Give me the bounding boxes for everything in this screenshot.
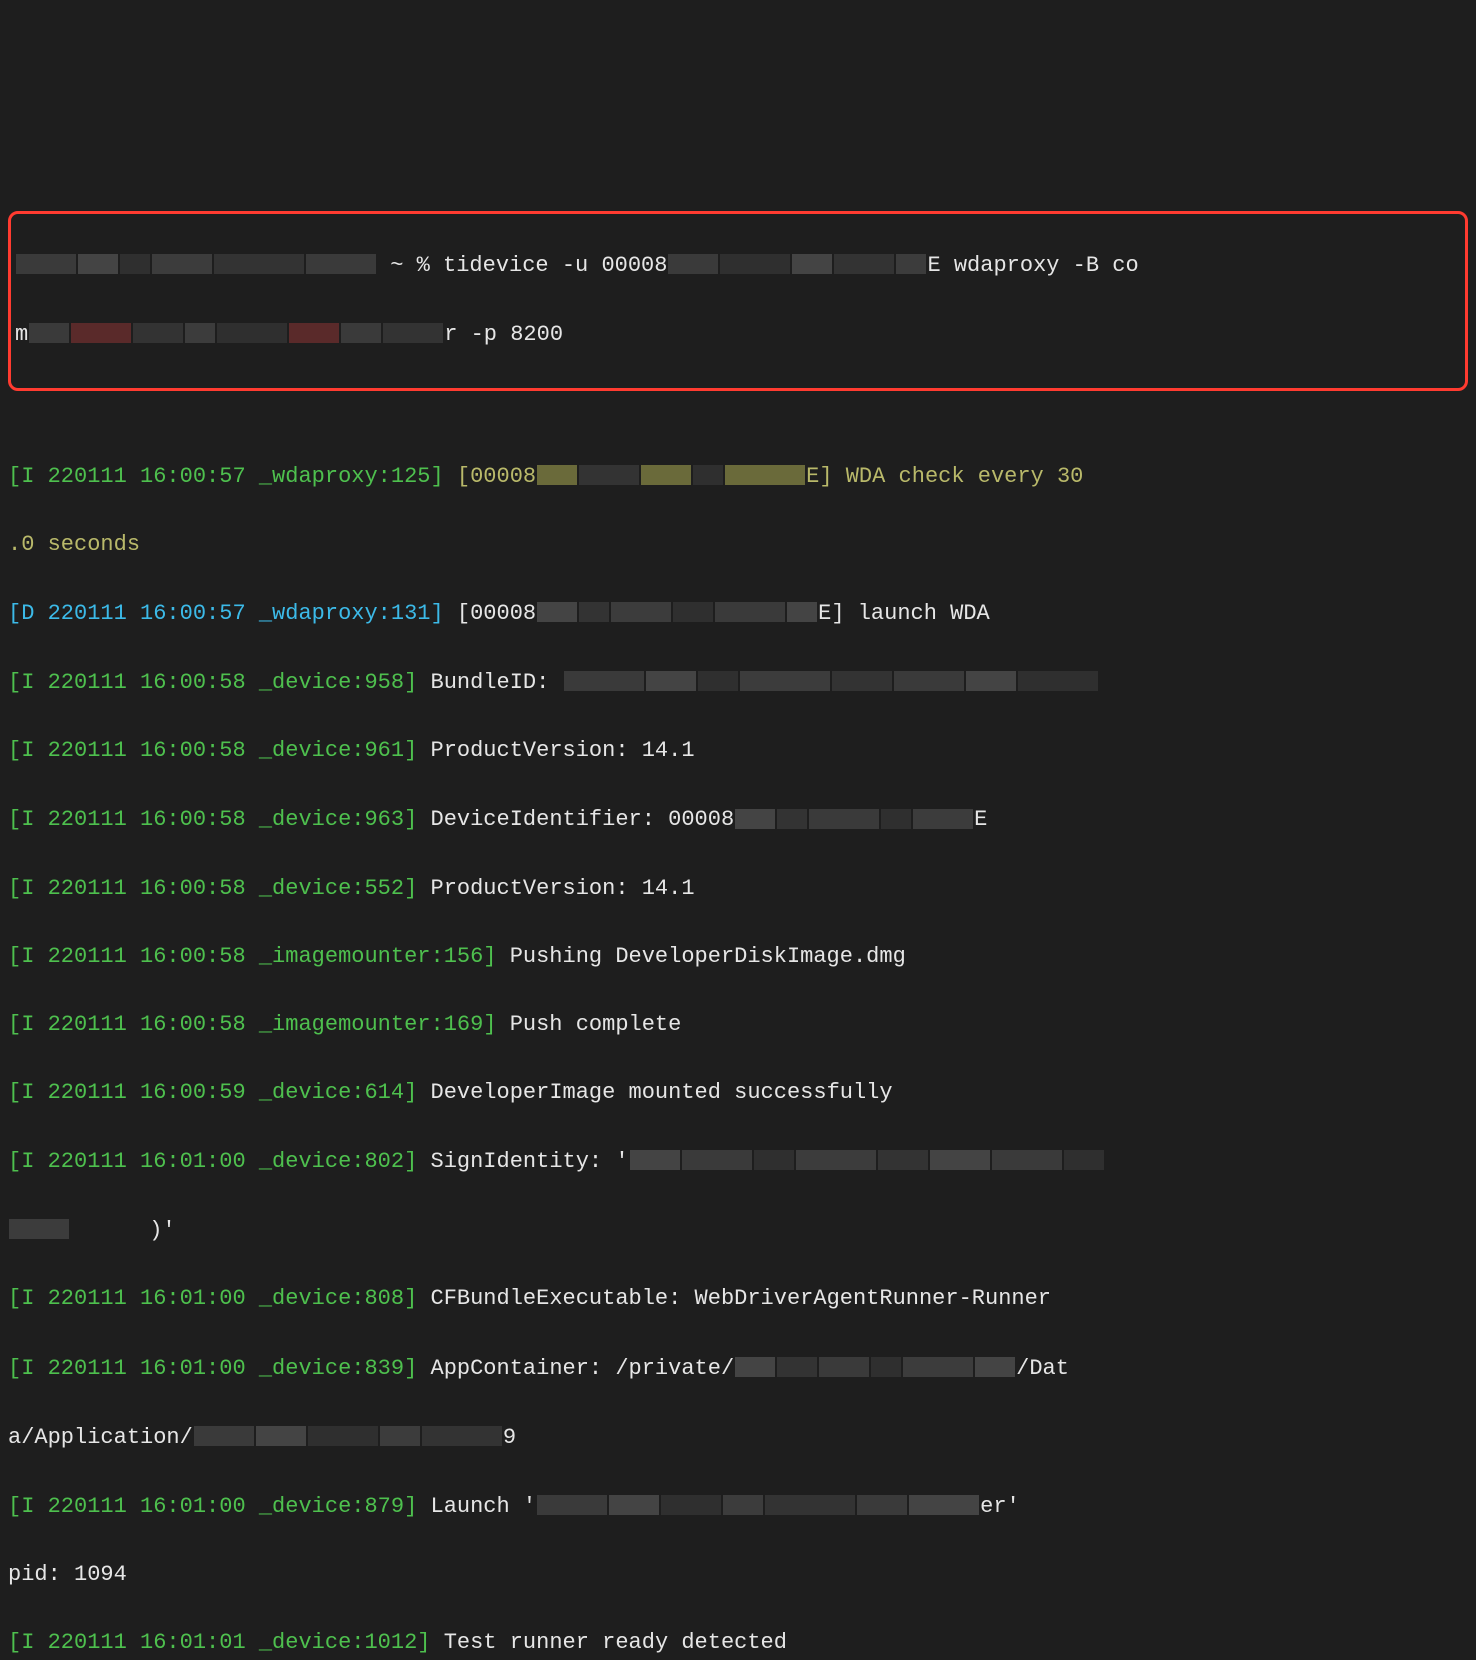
log-line-cont: .0 seconds bbox=[8, 528, 1468, 562]
redacted-block bbox=[563, 665, 1099, 699]
log-line: [I 220111 16:00:58 _device:961] ProductV… bbox=[8, 734, 1468, 768]
terminal-output[interactable]: ~ % tidevice -u 00008E wdaproxy -B co mr… bbox=[8, 142, 1468, 1660]
log-line: [I 220111 16:00:57 _wdaproxy:125] [00008… bbox=[8, 459, 1468, 494]
command-line-2: mr -p 8200 bbox=[15, 317, 1461, 352]
log-line: [I 220111 16:00:58 _device:958] BundleID… bbox=[8, 665, 1468, 700]
log-line: [I 220111 16:00:59 _device:614] Develope… bbox=[8, 1076, 1468, 1110]
log-line-cont: pid: 1094 bbox=[8, 1558, 1468, 1592]
log-line: [I 220111 16:00:58 _device:552] ProductV… bbox=[8, 872, 1468, 906]
redacted-block bbox=[536, 596, 818, 630]
redacted-block bbox=[536, 1489, 980, 1523]
log-line: [I 220111 16:01:00 _device:839] AppConta… bbox=[8, 1351, 1468, 1386]
redacted-block bbox=[536, 459, 806, 493]
log-line: [I 220111 16:01:00 _device:802] SignIden… bbox=[8, 1144, 1468, 1179]
redacted-block bbox=[667, 248, 927, 282]
redacted-block bbox=[734, 1351, 1016, 1385]
redacted-block bbox=[28, 317, 444, 351]
log-line: [D 220111 16:00:57 _wdaproxy:131] [00008… bbox=[8, 596, 1468, 631]
command-line-1: ~ % tidevice -u 00008E wdaproxy -B co bbox=[15, 248, 1461, 283]
redacted-block bbox=[8, 1213, 70, 1247]
redacted-block bbox=[734, 802, 974, 836]
command-highlight-box: ~ % tidevice -u 00008E wdaproxy -B co mr… bbox=[8, 211, 1468, 391]
log-line: [I 220111 16:00:58 _imagemounter:156] Pu… bbox=[8, 940, 1468, 974]
log-line-cont: a/Application/9 bbox=[8, 1420, 1468, 1455]
log-line: [I 220111 16:00:58 _imagemounter:169] Pu… bbox=[8, 1008, 1468, 1042]
redacted-block bbox=[15, 248, 377, 282]
log-line-cont: )' bbox=[8, 1213, 1468, 1248]
log-line: [I 220111 16:01:01 _device:1012] Test ru… bbox=[8, 1626, 1468, 1660]
log-line: [I 220111 16:01:00 _device:808] CFBundle… bbox=[8, 1282, 1468, 1316]
log-line: [I 220111 16:00:58 _device:963] DeviceId… bbox=[8, 802, 1468, 837]
log-line: [I 220111 16:01:00 _device:879] Launch '… bbox=[8, 1489, 1468, 1524]
redacted-block bbox=[629, 1144, 1105, 1178]
redacted-block bbox=[193, 1420, 503, 1454]
